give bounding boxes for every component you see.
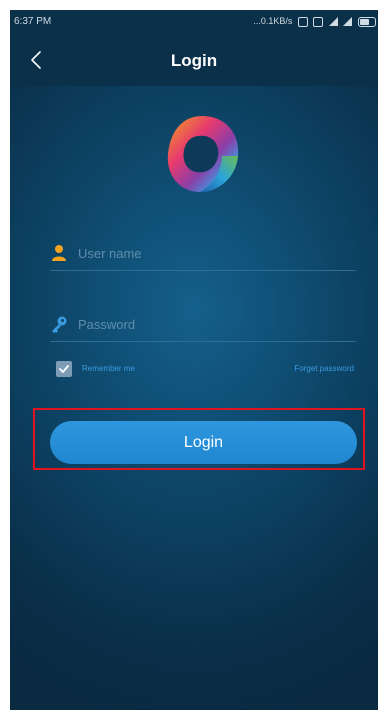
username-input[interactable] [78, 242, 348, 264]
notification-icon [313, 16, 324, 27]
phone-screen: 6:37 PM ...0.1KB/s Login User name Remem… [10, 10, 378, 710]
status-icons: ...0.1KB/s [253, 16, 376, 27]
user-icon [50, 244, 68, 262]
remember-checkbox[interactable] [56, 361, 72, 377]
password-field [50, 307, 356, 342]
header-bar: Login [10, 35, 378, 86]
key-icon [50, 315, 68, 333]
network-speed: ...0.1KB/s [253, 16, 293, 26]
password-input[interactable] [78, 313, 348, 335]
status-bar: 6:37 PM ...0.1KB/s [10, 10, 378, 35]
battery-icon [358, 16, 376, 27]
app-logo [162, 112, 242, 196]
remember-me-label[interactable]: Remember me [82, 364, 135, 373]
forgot-password-link[interactable]: Forget password [294, 364, 354, 373]
login-button[interactable]: Login [50, 421, 357, 464]
signal-icon [328, 17, 338, 27]
signal-icon-2 [343, 17, 353, 27]
remember-row: Remember me Forget password [56, 360, 362, 378]
status-time: 6:37 PM [14, 16, 52, 27]
username-field [50, 236, 356, 271]
page-title: Login [170, 51, 218, 70]
checkmark-icon [59, 365, 69, 373]
alarm-icon [297, 16, 308, 27]
